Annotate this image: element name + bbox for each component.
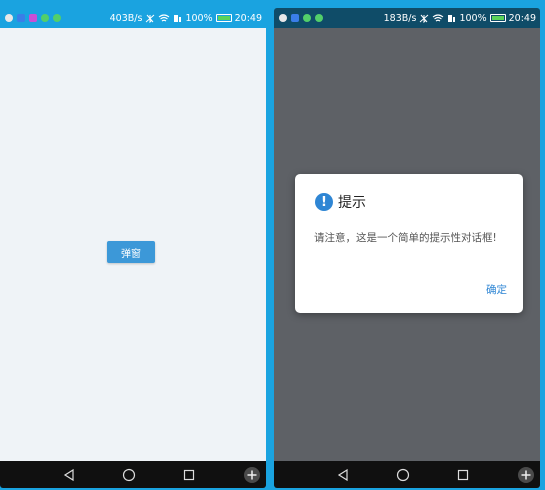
home-icon <box>122 468 136 481</box>
dialog-message: 请注意，这是一个简单的提示性对话框! <box>314 232 497 244</box>
exclamation-circle-icon: ! <box>315 193 333 211</box>
network-speed: 183B/s <box>383 12 417 24</box>
recent-apps-icon <box>457 469 469 480</box>
battery-icon <box>489 14 506 22</box>
home-icon <box>396 468 410 481</box>
back-icon <box>63 468 74 481</box>
bluetooth-muted-icon <box>420 14 429 23</box>
battery-percent: 100% <box>185 12 213 24</box>
system-icons: 183B/s 100% 20:49 <box>384 13 536 24</box>
recent-apps-button[interactable] <box>456 461 470 488</box>
alert-dialog: ! 提示 请注意，这是一个简单的提示性对话框! 确定 <box>295 174 523 313</box>
wifi-icon <box>159 13 170 21</box>
wifi-icon <box>433 13 444 21</box>
network-speed: 403B/s <box>109 12 143 24</box>
app-notification-icon <box>5 14 13 22</box>
home-button[interactable] <box>396 461 410 488</box>
sim-icon <box>174 14 182 22</box>
popup-button[interactable]: 弹窗 <box>107 241 155 263</box>
back-button[interactable] <box>336 461 350 488</box>
recent-apps-icon <box>183 469 195 480</box>
floating-tool-button[interactable] <box>517 461 535 488</box>
notification-icons <box>279 14 323 22</box>
dimmed-overlay[interactable]: ! 提示 请注意，这是一个简单的提示性对话框! 确定 <box>274 28 540 461</box>
status-bar: 403B/s 100% 20:49 <box>0 8 266 28</box>
app-notification-icon <box>29 14 37 22</box>
back-button[interactable] <box>62 461 76 488</box>
navigation-bar <box>274 461 540 488</box>
app-notification-icon <box>291 14 299 22</box>
app-notification-icon <box>53 14 61 22</box>
app-notification-icon <box>315 14 323 22</box>
main-content: 弹窗 <box>0 28 266 461</box>
status-bar: 183B/s 100% 20:49 <box>274 8 540 28</box>
confirm-button[interactable]: 确定 <box>486 282 507 297</box>
clock: 20:49 <box>508 12 536 24</box>
app-notification-icon <box>17 14 25 22</box>
plus-circle-icon <box>244 466 260 483</box>
battery-percent: 100% <box>459 12 487 24</box>
sim-icon <box>448 14 456 22</box>
home-button[interactable] <box>122 461 136 488</box>
bluetooth-muted-icon <box>146 14 155 23</box>
dialog-header: ! 提示 <box>315 192 366 212</box>
app-notification-icon <box>41 14 49 22</box>
back-icon <box>337 468 348 481</box>
phone-screen-main: 403B/s 100% 20:49 弹窗 <box>0 8 266 488</box>
app-notification-icon <box>279 14 287 22</box>
app-notification-icon <box>303 14 311 22</box>
recent-apps-button[interactable] <box>182 461 196 488</box>
system-icons: 403B/s 100% 20:49 <box>110 13 262 24</box>
notification-icons <box>5 14 61 22</box>
clock: 20:49 <box>234 12 262 24</box>
floating-tool-button[interactable] <box>243 461 261 488</box>
navigation-bar <box>0 461 266 488</box>
battery-icon <box>215 14 232 22</box>
dialog-title: 提示 <box>338 195 366 211</box>
phone-screen-dialog: 183B/s 100% 20:49 ! 提示 请注意，这是一个简单的提示性对话框… <box>274 8 540 488</box>
plus-circle-icon <box>518 466 534 483</box>
